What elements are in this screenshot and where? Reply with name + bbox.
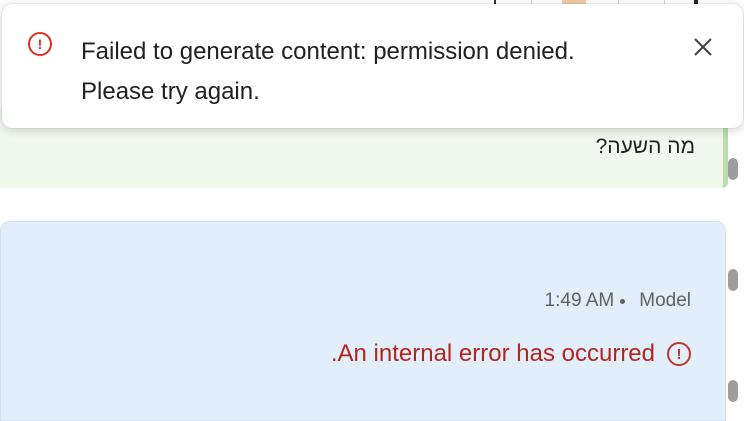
scrollbar-thumb[interactable] <box>728 380 738 402</box>
toast-line-2: Please try again. <box>81 72 671 112</box>
error-circle-icon: ! <box>28 32 52 56</box>
scrollbar-thumb[interactable] <box>728 269 738 291</box>
error-circle-icon: ! <box>667 342 691 366</box>
message-role: Model <box>639 290 691 312</box>
error-message: An internal error has occurred. ! <box>331 340 691 368</box>
close-icon[interactable] <box>690 34 716 60</box>
error-message-text: An internal error has occurred. <box>331 340 655 368</box>
user-message-text: מה השעה? <box>596 135 695 159</box>
toast-message: Failed to generate content: permission d… <box>81 32 671 112</box>
message-time: 1:49 AM <box>545 290 626 312</box>
toast-line-1: Failed to generate content: permission d… <box>81 32 671 72</box>
scrollbar-thumb[interactable] <box>728 158 738 180</box>
model-response-card: 1:49 AM Model An internal error has occu… <box>0 221 726 421</box>
error-toast: ! Failed to generate content: permission… <box>2 4 743 128</box>
message-meta: 1:49 AM Model <box>545 290 691 312</box>
separator-dot <box>620 299 625 304</box>
time-text: 1:49 AM <box>545 290 615 312</box>
